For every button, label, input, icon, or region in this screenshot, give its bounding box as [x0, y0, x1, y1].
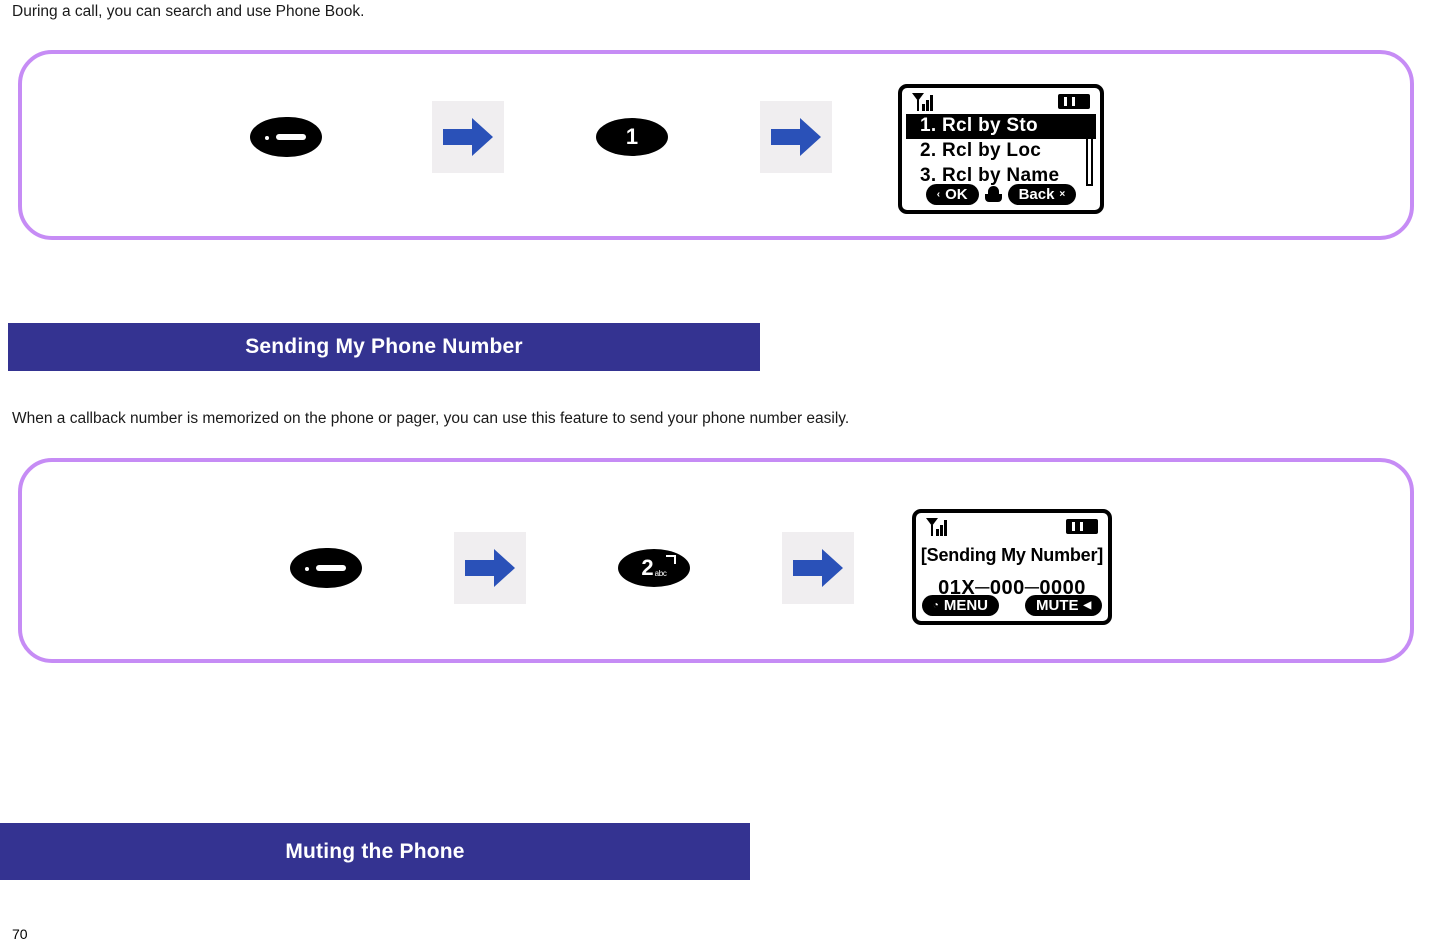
send-key-icon[interactable]: [250, 117, 322, 157]
right-arrow-icon: [782, 532, 854, 604]
softkey-back-glyph: ×: [1059, 188, 1066, 200]
softkey-ok-label: OK: [945, 186, 968, 203]
softkey-ok[interactable]: ‹ OK: [925, 184, 979, 205]
callback-text: When a callback number is memorized on t…: [12, 410, 850, 427]
page-number: 70: [12, 926, 28, 942]
keypad-1-icon[interactable]: 1: [596, 118, 668, 156]
right-arrow-icon: [432, 101, 504, 173]
right-arrow-icon: [454, 532, 526, 604]
softkey-back[interactable]: Back ×: [1007, 184, 1077, 205]
menu-key-icon: [984, 186, 1002, 203]
softkey-bar: ‹ OK Back ×: [902, 184, 1100, 205]
phone-screen-sending-my-number: [Sending My Number] 01X─000─0000 ◔ MENU …: [912, 509, 1112, 625]
softkey-back-label: Back: [1018, 186, 1055, 203]
softkey-menu-label: MENU: [943, 597, 988, 614]
section-header-muting-the-phone: Muting the Phone: [0, 823, 750, 880]
step-box-phone-book: 1 1. Rcl by Sto 2. Rcl by Loc 3. Rcl by …: [18, 50, 1414, 240]
section-header-label: Muting the Phone: [285, 839, 465, 863]
step-flow-sending-my-number: 2 abc: [290, 532, 854, 604]
send-key-icon[interactable]: [290, 548, 362, 588]
battery-icon: [1066, 519, 1098, 534]
softkey-bar: ◔ MENU MUTE ◀: [916, 595, 1108, 616]
sending-number-title: [Sending My Number]: [920, 545, 1104, 565]
softkey-menu[interactable]: ◔ MENU: [921, 595, 999, 616]
keypad-2-icon[interactable]: 2 abc: [618, 549, 690, 587]
status-bar: [916, 513, 1108, 539]
recall-menu-list: 1. Rcl by Sto 2. Rcl by Loc 3. Rcl by Na…: [902, 114, 1100, 189]
scrollbar[interactable]: [1086, 118, 1093, 186]
step-box-sending-my-number: 2 abc [Sending My Number] 01X─000─0000 ◔…: [18, 458, 1414, 663]
keypad-1-digit: 1: [625, 124, 639, 149]
signal-bars-icon: [925, 517, 951, 542]
keypad-2-letters: abc: [654, 569, 667, 578]
phone-screen-recall-menu: 1. Rcl by Sto 2. Rcl by Loc 3. Rcl by Na…: [898, 84, 1104, 214]
section-header-sending-my-phone-number: Sending My Phone Number: [8, 323, 760, 371]
menu-item-rcl-by-loc[interactable]: 2. Rcl by Loc: [906, 139, 1096, 164]
signal-bars-icon: [911, 92, 937, 117]
keypad-2-digit: 2: [641, 555, 654, 580]
softkey-mute[interactable]: MUTE ◀: [1025, 595, 1103, 616]
softkey-mute-label: MUTE: [1036, 597, 1079, 614]
status-bar: [902, 88, 1100, 114]
section-header-label: Sending My Phone Number: [245, 335, 523, 358]
softkey-menu-glyph: ◔: [932, 599, 939, 611]
keypad-2-corner-mark: [666, 555, 676, 564]
right-arrow-icon: [760, 101, 832, 173]
softkey-mute-glyph: ◀: [1083, 599, 1092, 611]
step-flow-phone-book: 1: [250, 101, 832, 173]
softkey-ok-glyph: ‹: [936, 188, 941, 200]
menu-item-rcl-by-sto[interactable]: 1. Rcl by Sto: [906, 114, 1096, 139]
intro-text: During a call, you can search and use Ph…: [12, 3, 365, 20]
battery-icon: [1058, 94, 1090, 109]
